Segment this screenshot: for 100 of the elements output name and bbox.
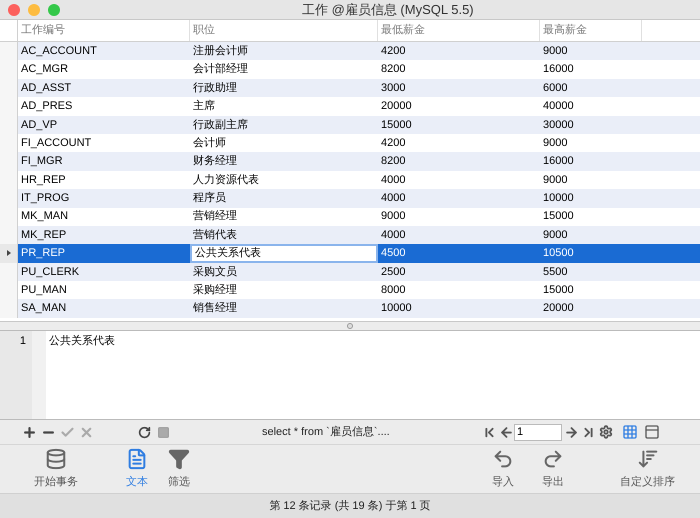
table-cell-text: 人力资源代表: [192, 172, 260, 188]
table-cell-text: 30000: [542, 118, 575, 132]
table-cell-text: 10500: [542, 246, 575, 262]
table-cell-text: 6000: [542, 80, 568, 96]
table-row[interactable]: AD_VP 行政副主席 15000 30000: [0, 116, 700, 134]
toolbar-button[interactable]: 筛选: [160, 448, 198, 490]
table-cell-text: 40000: [542, 99, 575, 114]
table-cell-text: AC_MGR: [20, 62, 70, 78]
table-cell-text: AD_PRES: [20, 99, 74, 114]
table-row[interactable]: MK_REP 营销代表 4000 9000: [0, 226, 700, 244]
row-pointer-icon: [6, 250, 10, 256]
table-cell-text: 程序员: [192, 190, 227, 206]
table-cell-text: 注册会计师: [192, 44, 249, 59]
table-cell-text: 销售经理: [192, 301, 238, 316]
column-header[interactable]: 工作编号: [18, 20, 190, 41]
grid-view-icon[interactable]: [622, 424, 638, 440]
split-handle-icon[interactable]: [347, 323, 353, 329]
query-text: select * from `雇员信息`....: [262, 424, 391, 440]
table-cell-text: 4200: [380, 136, 406, 151]
table-cell-text: HR_REP: [20, 172, 67, 188]
table-row[interactable]: IT_PROG 程序员 4000 10000: [0, 189, 700, 208]
funnel-icon: [168, 448, 190, 470]
table-cell-text: 4000: [380, 191, 406, 206]
table-cell-text: MK_MAN: [20, 209, 70, 224]
form-view-icon[interactable]: [644, 424, 660, 440]
refresh-icon[interactable]: [138, 426, 151, 438]
toolbar-button[interactable]: 自定义排序: [612, 448, 683, 490]
table-cell-text: 8200: [380, 154, 406, 170]
table-cell-text: SA_MAN: [20, 301, 68, 316]
table-cell-text: 9000: [542, 44, 568, 59]
table-cell-text: 4500: [380, 246, 406, 262]
table-cell-text: 15000: [380, 118, 413, 132]
toolbar-button[interactable]: 导入: [484, 448, 522, 490]
table-cell-text: AD_ASST: [20, 80, 72, 96]
table-cell-text: 9000: [542, 228, 568, 243]
table-row[interactable]: AD_ASST 行政助理 3000 6000: [0, 78, 700, 98]
settings-icon[interactable]: [599, 425, 613, 439]
add-icon[interactable]: [22, 424, 37, 440]
table-cell-text: PU_MAN: [20, 283, 68, 298]
toolbar-button[interactable]: 导出: [534, 448, 572, 490]
table-cell-text: PU_CLERK: [20, 264, 80, 280]
table-row[interactable]: MK_MAN 营销经理 9000 15000: [0, 208, 700, 226]
table-cell-text: 3000: [380, 80, 406, 96]
table-cell-text: 9000: [380, 209, 406, 224]
table-row[interactable]: PU_MAN 采购经理 8000 15000: [0, 281, 700, 300]
table-cell-text: 8000: [380, 283, 406, 298]
table-cell-text: 营销经理: [192, 209, 238, 224]
table-cell-text: 财务经理: [192, 154, 238, 170]
table-cell-text: 主席: [192, 98, 216, 114]
curved-arrow-icon: [542, 448, 564, 470]
table-cell-text: 8200: [380, 62, 406, 78]
window-title: 工作 @雇员信息 (MySQL 5.5): [302, 0, 474, 19]
table-cell-text: 16000: [542, 154, 575, 170]
table-cell-text: 15000: [542, 209, 575, 224]
line-number: 1: [20, 334, 26, 349]
page-field[interactable]: 1: [514, 424, 562, 440]
column-header[interactable]: 最低薪金: [378, 20, 540, 41]
table-cell-text: IT_PROG: [20, 191, 70, 206]
column-header[interactable]: 最高薪金: [540, 20, 642, 41]
table-cell-text: 9000: [542, 136, 568, 151]
curved-arrow-icon: [492, 448, 514, 470]
table-cell-text: 4000: [380, 228, 406, 243]
table-row[interactable]: FI_ACCOUNT 会计师 4200 9000: [0, 134, 700, 152]
table-row[interactable]: PU_CLERK 采购文员 2500 5500: [0, 262, 700, 282]
table-cell-text: 9000: [542, 172, 568, 188]
table-cell-text: 行政助理: [192, 80, 238, 96]
table-cell-text: 采购经理: [192, 283, 238, 298]
document-icon: [126, 448, 148, 470]
table-cell-text: 15000: [542, 283, 575, 298]
table-cell-text: 20000: [380, 99, 413, 114]
editor-text: 公共关系代表: [48, 334, 115, 349]
table-row[interactable]: SA_MAN 销售经理 10000 20000: [0, 299, 700, 318]
table-row[interactable]: HR_REP 人力资源代表 4000 9000: [0, 170, 700, 190]
table-cell-text: 4000: [380, 172, 406, 188]
table-cell-text: 10000: [542, 191, 575, 206]
check-icon[interactable]: [60, 424, 75, 440]
next-page-icon[interactable]: [564, 424, 579, 440]
text-editor[interactable]: 1 公共关系代表: [0, 330, 700, 420]
previous-page-icon[interactable]: [499, 424, 514, 440]
table-cell-text: 10000: [380, 301, 413, 316]
status-text: 第 12 条记录 (共 19 条) 于第 1 页: [269, 498, 431, 514]
table-cell-text: 会计师: [192, 136, 227, 151]
column-header[interactable]: 职位: [190, 20, 378, 41]
table-cell-text: 采购文员: [192, 264, 238, 280]
table-cell-text: 20000: [542, 301, 575, 316]
table-cell-text: MK_REP: [20, 228, 68, 243]
table-row[interactable]: AC_ACCOUNT 注册会计师 4200 9000: [0, 42, 700, 60]
table-cell-text: FI_ACCOUNT: [20, 136, 92, 151]
toolbar-button[interactable]: 开始事务: [26, 448, 86, 490]
table-row[interactable]: PR_REP 公共关系代表 4500 10500: [0, 244, 700, 263]
table-cell-text: 2500: [380, 264, 406, 280]
table-cell-text: FI_MGR: [20, 154, 64, 170]
cell-editor[interactable]: 公共关系代表: [190, 244, 378, 263]
table-cell-text: 会计部经理: [192, 62, 249, 78]
sort-icon: [636, 448, 658, 470]
table-cell-text: 4200: [380, 44, 406, 59]
table-cell-text: AC_ACCOUNT: [20, 44, 98, 59]
table-cell-text: 5500: [542, 264, 568, 280]
table-row[interactable]: FI_MGR 财务经理 8200 16000: [0, 152, 700, 171]
database-icon: [45, 448, 67, 470]
